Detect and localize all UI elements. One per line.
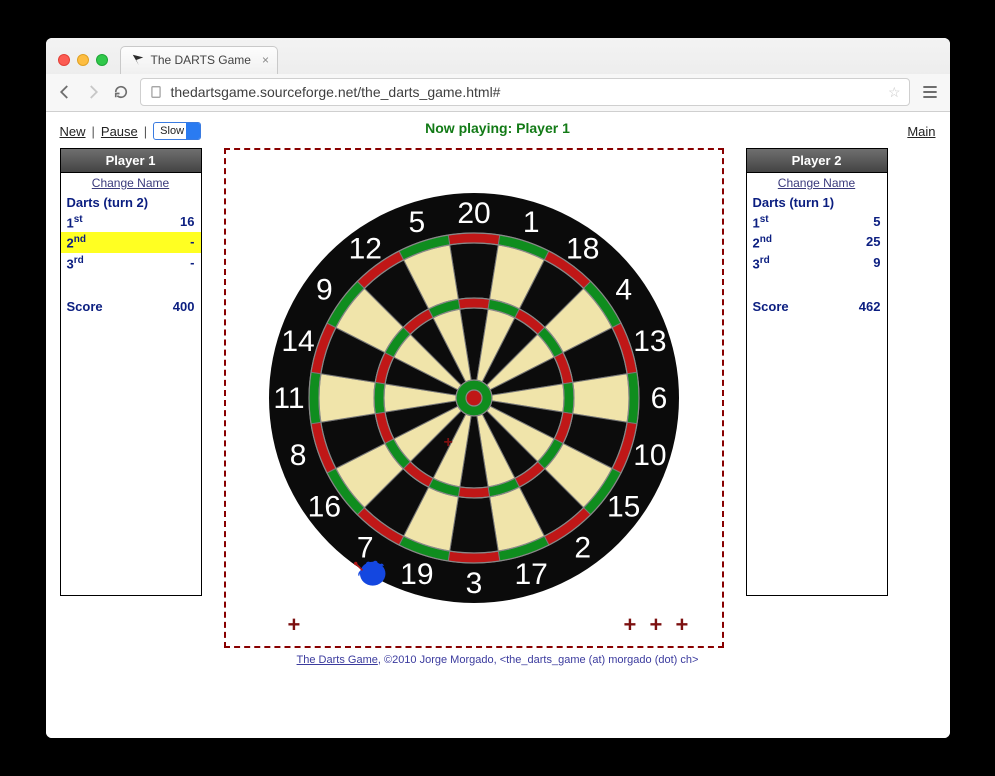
tab-strip: The DARTS Game × [46, 38, 950, 74]
minimize-window-icon[interactable] [77, 54, 89, 66]
svg-text:14: 14 [281, 325, 314, 358]
throw-ordinal: 2nd [67, 234, 86, 250]
separator: | [144, 124, 147, 139]
player2-name: Player 2 [747, 149, 887, 173]
player2-turn: Darts (turn 1) [747, 193, 887, 212]
forward-icon[interactable] [84, 83, 102, 101]
player2-panel: Player 2 Change Name Darts (turn 1) 1st 5… [746, 148, 888, 596]
main-link[interactable]: Main [907, 124, 935, 139]
browser-window: The DARTS Game × thedartsgame.sourceforg… [46, 38, 950, 738]
new-game-link[interactable]: New [60, 124, 86, 139]
svg-text:9: 9 [315, 273, 332, 306]
throw-ordinal: 1st [67, 214, 83, 230]
throw-score: 9 [873, 255, 880, 271]
dart-marker-icon: + [676, 614, 689, 636]
dartboard[interactable]: 2011841361015217319716811149125 [264, 188, 684, 608]
close-window-icon[interactable] [58, 54, 70, 66]
svg-text:20: 20 [457, 197, 490, 230]
svg-text:16: 16 [307, 491, 340, 524]
speed-select-wrap: Slow [153, 122, 201, 140]
svg-text:13: 13 [633, 325, 666, 358]
svg-text:3: 3 [465, 567, 482, 600]
browser-tab[interactable]: The DARTS Game × [120, 46, 278, 74]
throw-score: - [190, 234, 194, 250]
throw-score: 5 [873, 214, 880, 230]
dart-marker-icon: + [288, 614, 301, 636]
svg-text:18: 18 [566, 232, 599, 265]
player1-name: Player 1 [61, 149, 201, 173]
throwing-hand-icon [354, 555, 388, 589]
svg-text:6: 6 [650, 382, 667, 415]
page-footer: The Darts Game, ©2010 Jorge Morgado, <th… [60, 654, 936, 666]
player1-panel: Player 1 Change Name Darts (turn 2) 1st1… [60, 148, 202, 596]
svg-text:15: 15 [606, 491, 639, 524]
footer-text: , ©2010 Jorge Morgado, <the_darts_game (… [378, 654, 699, 666]
zoom-window-icon[interactable] [96, 54, 108, 66]
svg-text:1: 1 [522, 206, 539, 239]
player2-score: 462 [859, 299, 881, 314]
throw-ordinal: 3rd [753, 255, 770, 271]
throw-row: 1st 5 [747, 212, 887, 232]
svg-text:10: 10 [633, 439, 666, 472]
favicon-icon [131, 53, 145, 67]
player1-score-row: Score 400 [61, 297, 201, 316]
throw-score: 25 [866, 234, 880, 250]
dartboard-area[interactable]: 2011841361015217319716811149125 + + + + … [224, 148, 724, 648]
svg-text:12: 12 [348, 232, 381, 265]
browser-chrome: The DARTS Game × thedartsgame.sourceforg… [46, 38, 950, 112]
throw-score: 16 [180, 214, 194, 230]
svg-text:2: 2 [574, 532, 591, 565]
throw-row: 3rd 9 [747, 253, 887, 273]
svg-text:19: 19 [400, 558, 433, 591]
svg-text:4: 4 [615, 273, 632, 306]
now-playing-text: Now playing: Player 1 [425, 120, 570, 136]
page-icon [149, 85, 163, 99]
url-text: thedartsgame.sourceforge.net/the_darts_g… [171, 84, 880, 100]
player1-change-name[interactable]: Change Name [61, 173, 201, 193]
tab-title: The DARTS Game [151, 53, 251, 67]
toolbar: thedartsgame.sourceforge.net/the_darts_g… [46, 74, 950, 111]
speed-select[interactable]: Slow [153, 122, 201, 140]
throw-row: 2nd - [61, 232, 201, 252]
player1-turn: Darts (turn 2) [61, 193, 201, 212]
throw-row: 1st 16 [61, 212, 201, 232]
svg-text:5: 5 [408, 206, 425, 239]
throw-row: 2nd 25 [747, 232, 887, 252]
pause-link[interactable]: Pause [101, 124, 138, 139]
player2-score-row: Score 462 [747, 297, 887, 316]
page-content: Now playing: Player 1 New | Pause | Slow… [46, 112, 950, 738]
game-arena: Player 1 Change Name Darts (turn 2) 1st1… [60, 148, 936, 648]
score-label: Score [753, 299, 789, 314]
separator: | [92, 124, 95, 139]
score-label: Score [67, 299, 103, 314]
reload-icon[interactable] [112, 83, 130, 101]
dart-marker-icon: + [650, 614, 663, 636]
menu-icon[interactable] [920, 82, 940, 102]
throw-ordinal: 2nd [753, 234, 772, 250]
svg-text:8: 8 [289, 439, 306, 472]
dart-marker-icon: + [624, 614, 637, 636]
throw-ordinal: 1st [753, 214, 769, 230]
svg-text:11: 11 [273, 382, 304, 415]
throw-ordinal: 3rd [67, 255, 84, 271]
player1-score: 400 [173, 299, 195, 314]
throw-score: - [190, 255, 194, 271]
back-icon[interactable] [56, 83, 74, 101]
window-controls [56, 54, 114, 74]
address-bar[interactable]: thedartsgame.sourceforge.net/the_darts_g… [140, 78, 910, 106]
throw-row: 3rd - [61, 253, 201, 273]
bookmark-star-icon[interactable]: ☆ [888, 84, 901, 101]
close-tab-icon[interactable]: × [262, 53, 269, 67]
footer-link[interactable]: The Darts Game [297, 654, 378, 666]
player2-change-name[interactable]: Change Name [747, 173, 887, 193]
svg-text:17: 17 [514, 558, 547, 591]
